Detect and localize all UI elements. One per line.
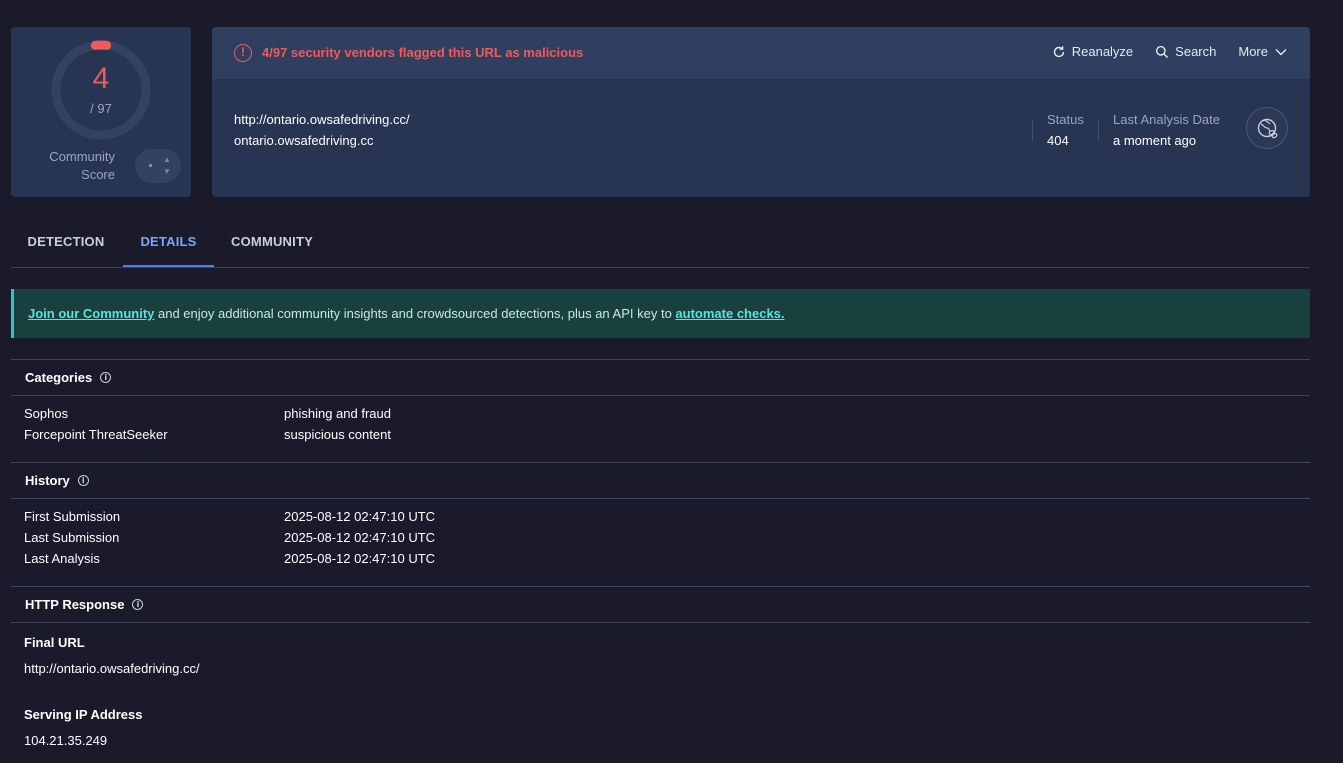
alert-circle-icon: ! [234,44,252,62]
action-toolbar: Reanalyze Search More [1052,44,1288,59]
globe-link-icon [1257,118,1278,139]
history-section: History i First Submission 2025-08-12 02… [11,462,1310,569]
http-response-header: HTTP Response i [11,586,1310,623]
chevron-down-icon [1275,48,1287,55]
search-icon [1156,45,1169,58]
community-banner: Join our Community and enjoy additional … [11,289,1310,338]
category-value: suspicious content [284,427,391,442]
categories-header: Categories i [11,359,1310,396]
serving-ip-value[interactable]: 104.21.35.249 [24,733,107,748]
categories-list: Sophos phishing and fraud Forcepoint Thr… [11,396,1310,445]
detection-total: / 97 [90,101,112,116]
section-title: Categories [25,369,93,385]
search-label: Search [1175,44,1217,59]
community-vote-control[interactable]: ▲ ▼ [135,149,181,183]
report-tabs: DETECTION DETAILS COMMUNITY [11,224,1310,268]
reanalyze-button[interactable]: Reanalyze [1052,44,1133,59]
vote-up-icon[interactable]: ▲ [163,156,171,164]
history-key: Last Submission [24,530,120,545]
list-item: Last Submission 2025-08-12 02:47:10 UTC [24,527,1310,548]
category-vendor: Sophos [24,406,69,421]
community-score-label: Community Score [49,149,115,182]
history-header: History i [11,462,1310,499]
more-button[interactable]: More [1238,44,1288,59]
scanned-host[interactable]: ontario.owsafedriving.cc [234,133,373,148]
search-button[interactable]: Search [1155,44,1216,59]
category-vendor: Forcepoint ThreatSeeker [24,427,168,442]
history-key: Last Analysis [24,551,100,566]
list-item: Last Analysis 2025-08-12 02:47:10 UTC [24,548,1310,569]
history-value: 2025-08-12 02:47:10 UTC [284,509,436,524]
refresh-icon [1053,45,1064,57]
history-value: 2025-08-12 02:47:10 UTC [284,530,436,545]
last-analysis-value: a moment ago [1113,133,1197,148]
alert-text: 4/97 security vendors flagged this URL a… [262,45,584,60]
list-item: Sophos phishing and fraud [24,403,1310,424]
history-key: First Submission [24,509,121,524]
url-summary-card: ! 4/97 security vendors flagged this URL… [212,27,1310,197]
tab-detection[interactable]: DETECTION [23,224,109,268]
status-value: 404 [1047,133,1069,148]
vote-down-icon[interactable]: ▼ [163,168,171,176]
join-community-link[interactable]: Join our Community [28,306,154,321]
category-value: phishing and fraud [284,406,391,421]
automate-checks-link[interactable]: automate checks. [675,306,784,321]
info-icon[interactable]: i [100,372,112,383]
section-title: History [25,472,70,488]
scanned-url[interactable]: http://ontario.owsafedriving.cc/ [234,112,410,127]
final-url-label: Final URL [24,635,85,650]
meta-divider [1098,119,1099,141]
list-item: Forcepoint ThreatSeeker suspicious conte… [24,424,1310,445]
tab-details[interactable]: DETAILS [123,224,214,268]
vote-score-dot [149,164,152,167]
more-label: More [1238,44,1268,59]
serving-ip-label: Serving IP Address [24,707,143,722]
list-item: First Submission 2025-08-12 02:47:10 UTC [24,506,1310,527]
community-score-card: 4 / 97 Community Score ▲ ▼ [11,27,191,197]
final-url-value[interactable]: http://ontario.owsafedriving.cc/ [24,661,200,676]
info-icon[interactable]: i [77,475,89,486]
info-icon[interactable]: i [132,599,144,610]
history-list: First Submission 2025-08-12 02:47:10 UTC… [11,499,1310,569]
meta-divider [1032,119,1033,141]
history-value: 2025-08-12 02:47:10 UTC [284,551,436,566]
section-title: HTTP Response [25,596,125,612]
categories-section: Categories i Sophos phishing and fraud F… [11,359,1310,445]
http-response-section: HTTP Response i Final URL http://ontario… [11,586,1310,763]
url-type-badge[interactable] [1246,107,1288,149]
page: 4 / 97 Community Score ▲ ▼ ! 4/97 securi… [0,0,1343,763]
alert-bar: ! 4/97 security vendors flagged this URL… [212,27,1310,79]
status-label: Status [1047,112,1084,127]
banner-text: and enjoy additional community insights … [154,306,676,321]
active-tab-indicator [123,265,214,267]
last-analysis-label: Last Analysis Date [1113,112,1220,127]
tab-community[interactable]: COMMUNITY [225,224,319,268]
detection-count: 4 [92,62,110,95]
reanalyze-label: Reanalyze [1071,44,1134,59]
